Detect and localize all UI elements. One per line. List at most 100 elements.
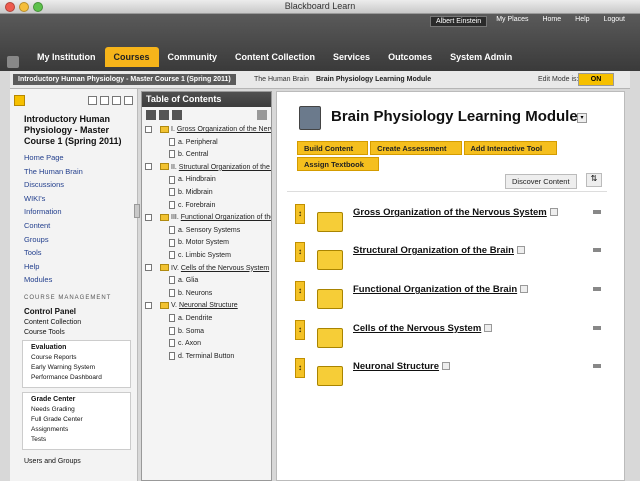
menu-wikis[interactable]: WIKI's <box>24 192 137 206</box>
performance-dashboard-link[interactable]: Performance Dashboard <box>31 373 126 383</box>
menu-help[interactable]: Help <box>24 260 137 274</box>
menu-tools[interactable]: Tools <box>24 246 137 260</box>
user-name[interactable]: Albert Einstein <box>430 16 488 27</box>
item-options-icon[interactable] <box>593 210 601 214</box>
tests-link[interactable]: Tests <box>31 435 126 445</box>
list-view-icon[interactable] <box>100 95 109 105</box>
collapse-all-icon[interactable] <box>159 110 169 120</box>
discover-content-button[interactable]: Discover Content <box>505 174 577 189</box>
toc-subitem[interactable]: a. Sensory Systems <box>142 225 271 238</box>
assign-textbook-button[interactable]: Assign Textbook <box>297 157 379 171</box>
chevron-down-icon[interactable] <box>520 285 529 294</box>
toc-subitem[interactable]: c. Forebrain <box>142 200 271 213</box>
chevron-down-icon[interactable]: ▾ <box>577 113 587 123</box>
toc-section-title[interactable]: Structural Organization of the Brain <box>179 164 271 171</box>
tab-system-admin[interactable]: System Admin <box>441 47 521 67</box>
sync-icon[interactable] <box>172 110 182 120</box>
toc-close-icon[interactable] <box>257 110 267 120</box>
toc-subitem[interactable]: b. Soma <box>142 326 271 339</box>
toc-subitem-label[interactable]: a. Hindbrain <box>178 176 216 183</box>
toc-section[interactable]: IV. Cells of the Nervous System <box>142 263 271 276</box>
tab-courses[interactable]: Courses <box>104 47 159 67</box>
toc-subitem[interactable]: b. Motor System <box>142 237 271 250</box>
toc-subitem-label[interactable]: a. Glia <box>178 277 198 284</box>
chevron-down-icon[interactable] <box>442 362 451 371</box>
users-groups-item[interactable]: Users and Groups <box>10 450 137 465</box>
toc-section[interactable]: V. Neuronal Structure <box>142 300 271 313</box>
breadcrumb-course[interactable]: Introductory Human Physiology - Master C… <box>13 74 236 85</box>
menu-home-page[interactable]: Home Page <box>24 151 137 165</box>
tab-my-institution[interactable]: My Institution <box>28 47 105 67</box>
refresh-icon[interactable] <box>124 95 133 105</box>
minus-icon[interactable] <box>145 264 152 272</box>
assignments-link[interactable]: Assignments <box>31 425 126 435</box>
content-item-title[interactable]: Gross Organization of the Nervous System <box>353 207 558 218</box>
toc-subitem[interactable]: b. Neurons <box>142 288 271 301</box>
drag-handle-icon[interactable]: ↕ <box>295 320 305 340</box>
toc-subitem[interactable]: c. Axon <box>142 338 271 351</box>
toc-subitem-label[interactable]: b. Neurons <box>178 290 212 297</box>
toc-subitem-label[interactable]: b. Soma <box>178 328 204 335</box>
help-link[interactable]: Help <box>568 16 596 27</box>
toc-subitem-label[interactable]: c. Limbic System <box>178 252 231 259</box>
home-link[interactable]: Home <box>535 16 568 27</box>
drag-handle-icon[interactable]: ↕ <box>295 204 305 224</box>
logout-link[interactable]: Logout <box>597 16 632 27</box>
menu-content[interactable]: Content <box>24 219 137 233</box>
collapse-menu-handle[interactable] <box>134 204 140 218</box>
toc-subitem-label[interactable]: b. Central <box>178 151 208 158</box>
sort-icon[interactable]: ⇅ <box>586 173 602 187</box>
item-options-icon[interactable] <box>593 326 601 330</box>
toc-subitem-label[interactable]: c. Forebrain <box>178 202 215 209</box>
toc-section[interactable]: II. Structural Organization of the Brain <box>142 162 271 175</box>
drag-handle-icon[interactable]: ↕ <box>295 281 305 301</box>
chevron-down-icon[interactable] <box>549 208 558 217</box>
course-title[interactable]: Introductory Human Physiology - Master C… <box>10 111 137 147</box>
toc-section-title[interactable]: Neuronal Structure <box>179 302 238 309</box>
content-collection-item[interactable]: Content Collection <box>10 316 137 326</box>
minus-icon[interactable] <box>145 125 152 133</box>
toc-section[interactable]: III. Functional Organization of the Brai… <box>142 212 271 225</box>
chevron-down-icon[interactable] <box>517 246 525 255</box>
toc-section-title[interactable]: Cells of the Nervous System <box>181 265 269 272</box>
menu-discussions[interactable]: Discussions <box>24 178 137 192</box>
toc-section-title[interactable]: Gross Organization of the Nervous System <box>177 126 271 133</box>
toc-subitem[interactable]: b. Central <box>142 149 271 162</box>
toc-section[interactable]: I. Gross Organization of the Nervous Sys… <box>142 124 271 137</box>
toc-subitem[interactable]: b. Midbrain <box>142 187 271 200</box>
add-menu-item-icon[interactable] <box>14 94 25 106</box>
expand-all-icon[interactable] <box>146 110 156 120</box>
build-content-button[interactable]: Build Content <box>297 141 369 155</box>
drag-handle-icon[interactable]: ↕ <box>295 358 305 378</box>
tab-outcomes[interactable]: Outcomes <box>379 47 441 67</box>
item-options-icon[interactable] <box>593 364 601 368</box>
tab-content-collection[interactable]: Content Collection <box>226 47 324 67</box>
drag-handle-icon[interactable]: ↕ <box>295 242 305 262</box>
toc-subitem[interactable]: a. Hindbrain <box>142 174 271 187</box>
content-item-title[interactable]: Cells of the Nervous System <box>353 323 493 334</box>
edit-mode-toggle[interactable]: ON <box>578 73 614 86</box>
home-icon[interactable] <box>7 56 19 68</box>
toc-subitem-label[interactable]: c. Axon <box>178 340 201 347</box>
tab-community[interactable]: Community <box>159 47 227 67</box>
toc-subitem-label[interactable]: a. Sensory Systems <box>178 227 240 234</box>
course-tools-item[interactable]: Course Tools <box>10 326 137 336</box>
toc-section-title[interactable]: Functional Organization of the Brain <box>181 214 271 221</box>
detach-icon[interactable] <box>112 95 121 105</box>
create-assessment-button[interactable]: Create Assessment <box>370 141 462 155</box>
evaluation-title[interactable]: Evaluation <box>31 344 126 351</box>
course-reports-link[interactable]: Course Reports <box>31 353 126 363</box>
minus-icon[interactable] <box>145 213 152 221</box>
grade-center-title[interactable]: Grade Center <box>31 396 126 403</box>
toc-subitem[interactable]: d. Terminal Button <box>142 351 271 364</box>
needs-grading-link[interactable]: Needs Grading <box>31 405 126 415</box>
add-interactive-tool-button[interactable]: Add Interactive Tool <box>463 141 558 155</box>
menu-human-brain[interactable]: The Human Brain <box>24 165 137 179</box>
early-warning-link[interactable]: Early Warning System <box>31 363 126 373</box>
toc-subitem[interactable]: a. Peripheral <box>142 137 271 150</box>
toc-subitem[interactable]: a. Glia <box>142 275 271 288</box>
content-item-title[interactable]: Neuronal Structure <box>353 361 451 372</box>
content-item-title[interactable]: Structural Organization of the Brain <box>353 245 525 256</box>
breadcrumb-human-brain[interactable]: The Human Brain <box>254 76 309 83</box>
item-options-icon[interactable] <box>593 248 601 252</box>
